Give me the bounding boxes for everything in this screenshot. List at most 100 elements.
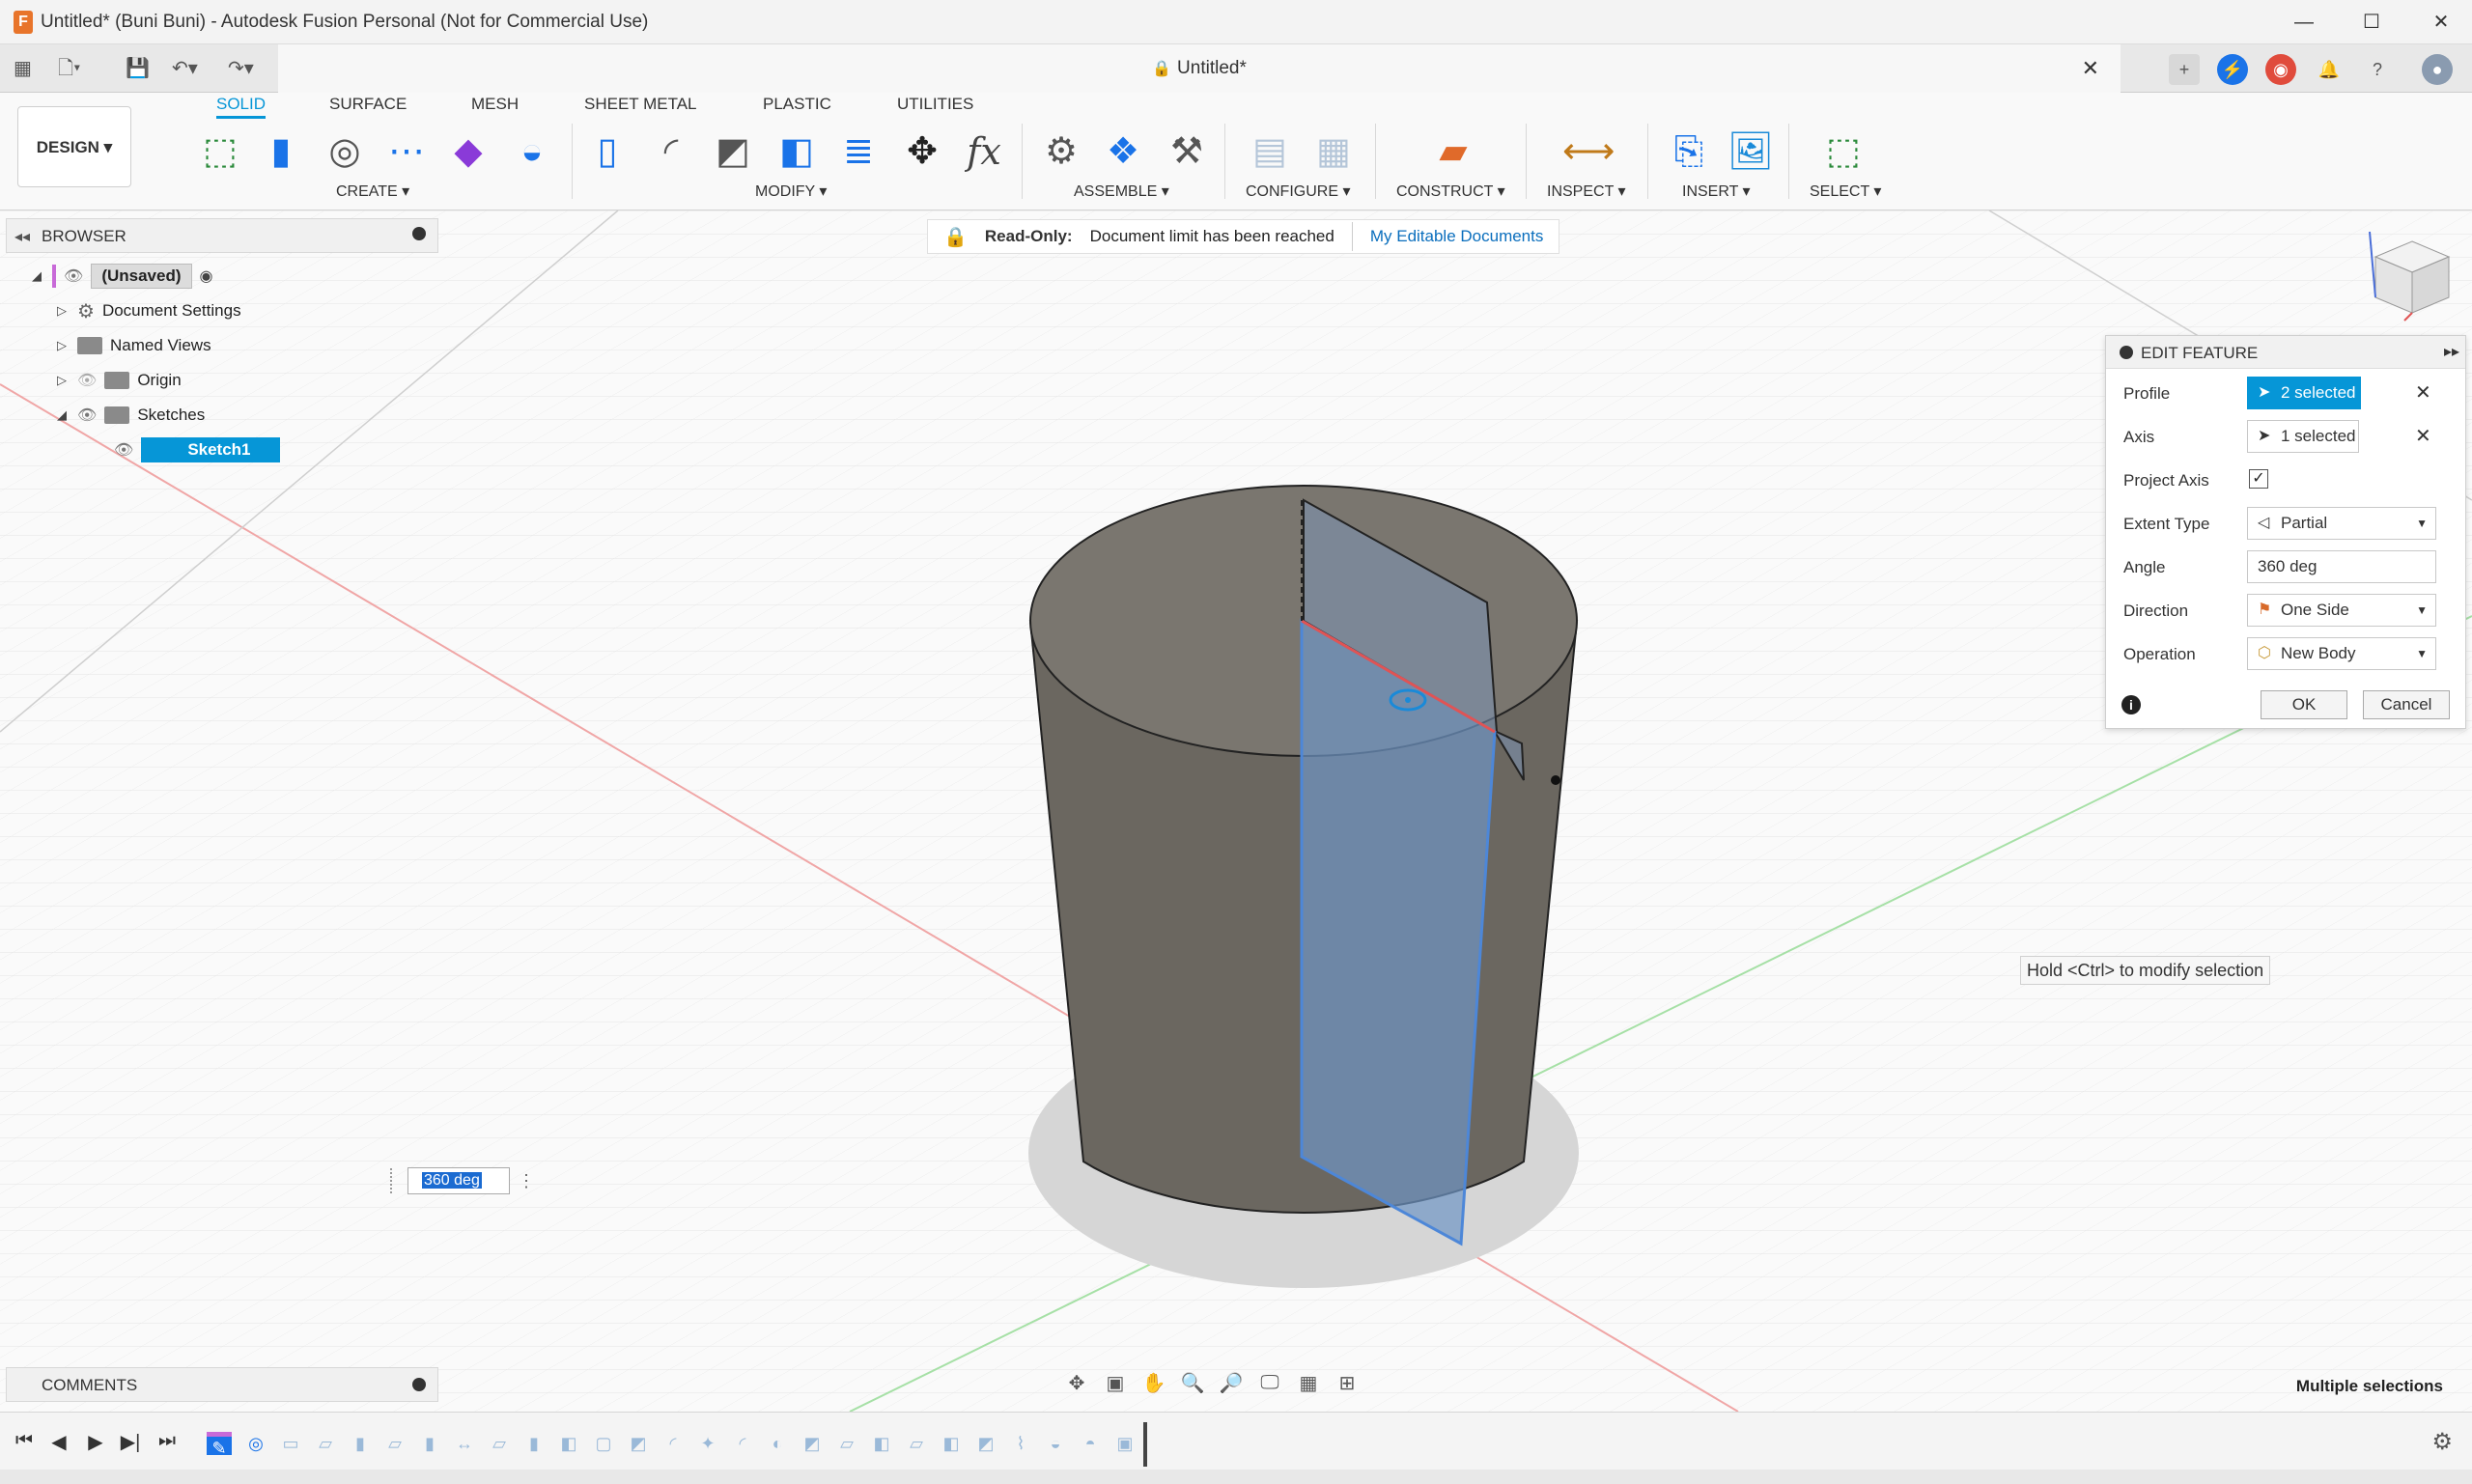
tab-mesh[interactable]: MESH (471, 95, 519, 114)
drag-grip-icon[interactable] (390, 1168, 400, 1193)
timeline-feature[interactable]: ✦ (695, 1432, 720, 1455)
ok-button[interactable]: OK (2261, 690, 2347, 719)
look-at-icon[interactable]: ▣ (1101, 1371, 1130, 1395)
tab-utilities[interactable]: UTILITIES (897, 95, 973, 114)
timeline-feature[interactable]: ◩ (626, 1432, 651, 1455)
file-menu-icon[interactable]: 🗋▾ (58, 54, 80, 83)
cancel-button[interactable]: Cancel (2363, 690, 2450, 719)
eye-icon[interactable]: 👁 (64, 266, 83, 286)
step-back-icon[interactable]: ◀ (44, 1430, 73, 1454)
timeline-feature[interactable]: ▢ (591, 1432, 616, 1455)
timeline-feature[interactable]: ◐ (765, 1432, 790, 1455)
expand-panel-icon[interactable]: ▸▸ (2444, 342, 2459, 361)
eye-icon[interactable]: 👁 (77, 406, 97, 425)
play-icon[interactable]: ▶ (81, 1430, 110, 1454)
info-icon[interactable]: i (2121, 695, 2141, 714)
select-menu[interactable]: SELECT ▾ (1810, 182, 1881, 201)
expand-triangle-icon[interactable]: ▷ (54, 338, 70, 353)
my-editable-documents-link[interactable]: My Editable Documents (1370, 227, 1544, 246)
angle-float-input[interactable]: 360 deg ⋮ (390, 1166, 535, 1195)
zoom-window-icon[interactable]: 🔎 (1217, 1371, 1246, 1395)
go-to-end-icon[interactable]: ⏭ (153, 1430, 182, 1452)
revolve-icon[interactable]: ◎ (321, 127, 369, 176)
timeline-feature[interactable]: ◜ (660, 1432, 686, 1455)
press-pull-icon[interactable]: ▯ (583, 127, 632, 176)
go-to-start-icon[interactable]: ⏮ (10, 1430, 39, 1452)
extensions-icon[interactable]: ⚡ (2217, 54, 2248, 85)
profile-selector[interactable]: ➤ 2 selected (2247, 377, 2361, 409)
form-icon[interactable]: ◆ (444, 127, 492, 176)
construct-menu[interactable]: CONSTRUCT ▾ (1396, 182, 1505, 201)
sketch1-selected[interactable]: Sketch1 (141, 437, 280, 462)
rectangular-pattern-icon[interactable]: ⋯ (382, 127, 431, 176)
timeline-feature[interactable]: ▭ (278, 1432, 303, 1455)
timeline-feature[interactable]: ▮ (417, 1432, 442, 1455)
timeline-feature[interactable]: ▱ (834, 1432, 859, 1455)
zoom-icon[interactable]: 🔍 (1178, 1371, 1207, 1395)
eye-hidden-icon[interactable]: 👁 (77, 371, 97, 390)
timeline-feature[interactable]: ▱ (487, 1432, 512, 1455)
timeline-feature[interactable]: ▮ (348, 1432, 373, 1455)
help-icon[interactable]: ? (2362, 54, 2393, 85)
more-options-icon[interactable]: ⋮ (518, 1171, 535, 1191)
timeline-feature[interactable]: ▮ (521, 1432, 547, 1455)
apps-grid-icon[interactable]: ▦ (14, 54, 32, 83)
tab-surface[interactable]: SURFACE (329, 95, 407, 114)
timeline-settings-icon[interactable]: ⚙ (2431, 1428, 2453, 1456)
tree-item-origin[interactable]: ▷ 👁 Origin (54, 365, 182, 396)
eye-icon[interactable]: 👁 (114, 440, 133, 460)
timeline-feature[interactable]: ◧ (869, 1432, 894, 1455)
close-tab-icon[interactable]: ✕ (2082, 56, 2099, 81)
view-cube[interactable] (2366, 228, 2458, 324)
orbit-icon[interactable]: ✥ (1062, 1371, 1091, 1395)
clear-profile-icon[interactable]: ✕ (2415, 380, 2431, 405)
insert-derive-icon[interactable]: ⎘ (1665, 127, 1713, 176)
modify-menu[interactable]: MODIFY ▾ (755, 182, 827, 201)
move-icon[interactable]: ✥ (898, 127, 946, 176)
timeline-revolve-feature[interactable]: ◎ (243, 1432, 268, 1455)
angle-input[interactable]: 360 deg (2247, 550, 2436, 583)
timeline-marker[interactable] (1143, 1422, 1147, 1467)
tab-solid[interactable]: SOLID (216, 95, 267, 119)
timeline-feature[interactable]: ◧ (939, 1432, 964, 1455)
angle-float-field[interactable]: 360 deg (407, 1167, 510, 1194)
timeline-feature[interactable]: ◩ (973, 1432, 998, 1455)
expand-triangle-icon[interactable]: ▷ (54, 303, 70, 319)
display-settings-icon[interactable]: 🖵 (1255, 1372, 1284, 1394)
activate-radio-icon[interactable]: ◉ (200, 266, 213, 286)
maximize-icon[interactable]: ☐ (2352, 8, 2391, 37)
timeline-feature[interactable]: ◓ (1078, 1432, 1103, 1455)
configure-table-icon[interactable]: ▤ (1246, 127, 1294, 176)
tree-item-document-settings[interactable]: ▷ ⚙ Document Settings (54, 295, 241, 326)
pan-icon[interactable]: ✋ (1139, 1371, 1168, 1395)
create-menu[interactable]: CREATE ▾ (336, 182, 409, 201)
job-status-icon[interactable]: ◉ (2265, 54, 2296, 85)
assemble-menu[interactable]: ASSEMBLE ▾ (1074, 182, 1169, 201)
manipulator-center[interactable] (1405, 697, 1411, 703)
timeline-feature[interactable]: ▱ (382, 1432, 407, 1455)
inspect-menu[interactable]: INSPECT ▾ (1547, 182, 1626, 201)
fillet-icon[interactable]: ◜ (647, 127, 695, 176)
shell-icon[interactable]: ◒ (508, 127, 556, 176)
collapse-browser-icon[interactable]: ◂◂ (14, 227, 30, 246)
tab-sheet-metal[interactable]: SHEET METAL (584, 95, 697, 114)
timeline-feature[interactable]: ◧ (556, 1432, 581, 1455)
collapse-triangle-icon[interactable]: ◢ (29, 268, 44, 284)
new-component-icon[interactable]: ❖ (1099, 127, 1147, 176)
tree-item-sketches[interactable]: ◢ 👁 Sketches (54, 400, 205, 431)
joint-icon[interactable]: ⚙ (1037, 127, 1085, 176)
avatar[interactable]: ● (2422, 54, 2453, 85)
timeline-feature[interactable]: ◜ (730, 1432, 755, 1455)
design-workspace-button[interactable]: DESIGN ▾ (17, 106, 131, 187)
browser-minimize-icon[interactable] (412, 227, 426, 240)
combine-icon[interactable]: ◧ (772, 127, 821, 176)
undo-icon[interactable]: ↶▾ (172, 54, 198, 83)
parameters-icon[interactable]: fx (960, 127, 1008, 176)
expand-triangle-icon[interactable]: ▷ (54, 373, 70, 388)
configure-menu[interactable]: CONFIGURE ▾ (1246, 182, 1350, 201)
timeline-feature[interactable]: ↔ (452, 1432, 477, 1455)
tree-item-sketch1[interactable]: 👁 Sketch1 (114, 434, 280, 465)
timeline-feature[interactable]: ⌇ (1008, 1432, 1033, 1455)
tab-plastic[interactable]: PLASTIC (763, 95, 831, 114)
insert-canvas-icon[interactable]: 🖼 (1727, 127, 1775, 176)
